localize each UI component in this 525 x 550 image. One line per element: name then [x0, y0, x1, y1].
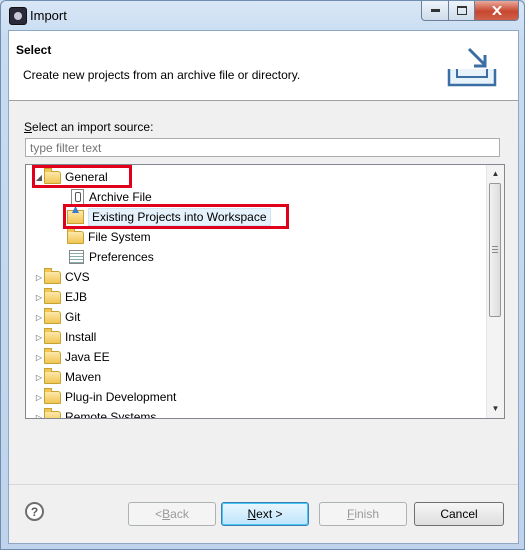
eclipse-icon: [9, 7, 27, 25]
tree-item-label: Git: [65, 310, 81, 324]
back-button[interactable]: < Back: [128, 502, 216, 526]
tree-item-git[interactable]: ▷ Git: [34, 307, 494, 327]
tree-item-install[interactable]: ▷ Install: [34, 327, 494, 347]
tree-item-remote-systems[interactable]: ▷ Remote Systems: [34, 407, 494, 419]
expand-arrow-icon[interactable]: ▷: [34, 312, 44, 322]
folder-icon: [44, 407, 61, 418]
tree-item-label: Java EE: [65, 350, 110, 364]
minimize-button[interactable]: [421, 1, 449, 21]
tree-item-label: File System: [88, 230, 151, 244]
grip-icon: [492, 246, 498, 254]
tree-item-ejb[interactable]: ▷ EJB: [34, 287, 494, 307]
window-title: Import: [30, 8, 67, 23]
tree-item-label: Remote Systems: [65, 410, 157, 419]
tree-item-cvs[interactable]: ▷ CVS: [34, 267, 494, 287]
maximize-button[interactable]: [449, 1, 475, 21]
tree-item-label: Maven: [65, 370, 102, 384]
finish-button[interactable]: Finish: [319, 502, 407, 526]
preferences-icon: [69, 250, 84, 264]
folder-icon: [44, 367, 61, 384]
folder-icon: [44, 387, 61, 404]
minimize-icon: [430, 9, 440, 12]
close-button[interactable]: [475, 1, 519, 21]
wizard-header: Select Create new projects from an archi…: [9, 31, 518, 101]
close-icon: [491, 6, 502, 15]
cancel-button[interactable]: Cancel: [414, 502, 504, 526]
title-bar[interactable]: Import: [1, 1, 524, 29]
archive-file-icon: [71, 189, 84, 205]
footer-divider: [9, 484, 518, 485]
caption-buttons: [421, 1, 519, 21]
import-source-tree[interactable]: ◢ General Archive File Existing Projects…: [25, 164, 505, 419]
scroll-up-button[interactable]: ▲: [487, 165, 504, 182]
expand-arrow-icon[interactable]: ▷: [34, 352, 44, 362]
expand-arrow-icon[interactable]: ▷: [34, 392, 44, 402]
folder-icon: [44, 347, 61, 364]
tree-item-label: Archive File: [89, 190, 152, 204]
next-button[interactable]: Next >: [221, 502, 309, 526]
expand-arrow-icon[interactable]: ▷: [34, 292, 44, 302]
tree-scrollbar[interactable]: ▲ ▼: [486, 165, 504, 418]
expand-arrow-icon[interactable]: ▷: [34, 332, 44, 342]
expand-arrow-icon[interactable]: ▷: [34, 412, 44, 419]
folder-icon: [44, 287, 61, 304]
highlight-box-general: [32, 165, 132, 188]
help-button[interactable]: ?: [25, 502, 44, 521]
folder-icon: [44, 307, 61, 324]
scroll-thumb[interactable]: [489, 183, 501, 317]
tree-item-label: CVS: [65, 270, 90, 284]
highlight-box-existing-projects: [63, 204, 289, 229]
help-icon: ?: [30, 504, 39, 519]
folder-icon: [44, 267, 61, 284]
filter-input[interactable]: [25, 138, 500, 157]
tree-item-label: EJB: [65, 290, 88, 304]
tree-item-preferences[interactable]: Preferences: [67, 247, 504, 267]
expand-arrow-icon[interactable]: ▷: [34, 272, 44, 282]
tree-item-file-system[interactable]: File System: [67, 227, 504, 247]
folder-icon: [44, 327, 61, 344]
tree-item-label: Preferences: [89, 250, 154, 264]
import-dialog: Import Select Create new projects from a…: [0, 0, 525, 550]
dialog-content: Select Create new projects from an archi…: [8, 30, 519, 544]
import-source-label: Select an import source:: [24, 120, 154, 134]
expand-arrow-icon[interactable]: ▷: [34, 372, 44, 382]
page-title: Select: [16, 43, 52, 57]
folder-icon: [67, 227, 84, 244]
tree-item-label: Plug-in Development: [65, 390, 177, 404]
tree-item-maven[interactable]: ▷ Maven: [34, 367, 494, 387]
tree-item-plugin-development[interactable]: ▷ Plug-in Development: [34, 387, 494, 407]
page-description: Create new projects from an archive file…: [23, 68, 301, 82]
maximize-icon: [456, 6, 467, 15]
import-wizard-icon: [447, 47, 497, 87]
tree-item-java-ee[interactable]: ▷ Java EE: [34, 347, 494, 367]
scroll-down-button[interactable]: ▼: [487, 400, 504, 417]
tree-item-label: Install: [65, 330, 97, 344]
